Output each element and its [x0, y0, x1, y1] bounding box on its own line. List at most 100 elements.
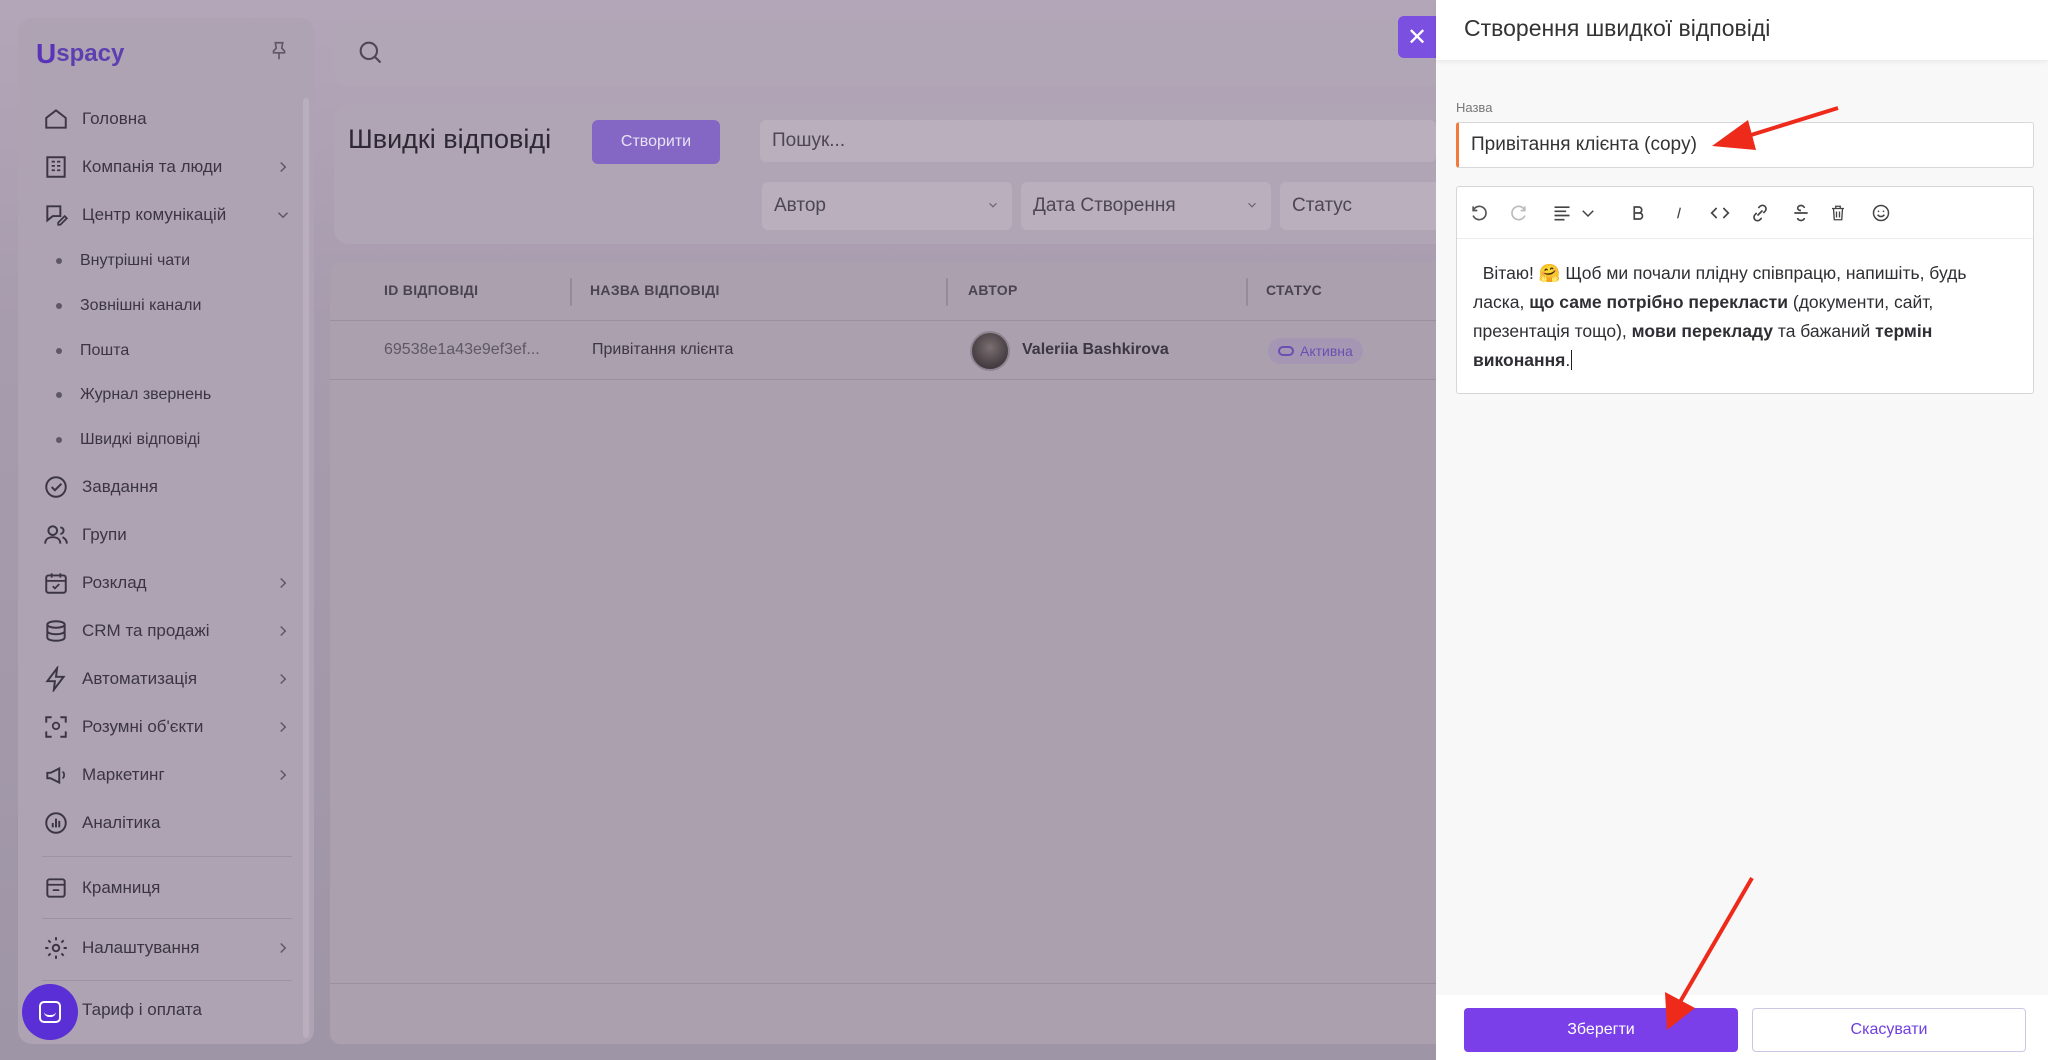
- logo-text: spacy: [56, 40, 125, 67]
- trash-icon[interactable]: [1829, 203, 1847, 223]
- drawer-header: Створення швидкої відповіді: [1436, 0, 2048, 60]
- chevron-right-icon: [280, 577, 287, 589]
- chevron-right-icon: [280, 721, 287, 733]
- chevron-down-icon: [277, 212, 289, 219]
- sidebar-item-groups[interactable]: Групи: [42, 515, 292, 555]
- column-header-id[interactable]: ID ВІДПОВІДІ: [384, 282, 478, 298]
- name-input[interactable]: Привітання клієнта (copy): [1456, 122, 2034, 168]
- users-icon: [42, 521, 70, 549]
- sidebar-item-label: Маркетинг: [82, 765, 165, 784]
- sidebar-item-label: Тариф і оплата: [82, 1000, 202, 1019]
- chat-edit-icon: [42, 201, 70, 229]
- column-header-status[interactable]: СТАТУС: [1266, 282, 1322, 298]
- lightning-icon: [42, 665, 70, 693]
- sidebar-item-home[interactable]: Головна: [42, 99, 292, 139]
- search-icon[interactable]: [356, 38, 384, 66]
- calendar-icon: [42, 569, 70, 597]
- column-header-name[interactable]: НАЗВА ВІДПОВІДІ: [590, 282, 720, 298]
- check-circle-icon: [42, 473, 70, 501]
- bullet: [56, 348, 62, 354]
- status-filter[interactable]: Статус: [1280, 182, 1436, 230]
- sidebar-item-company[interactable]: Компанія та люди: [42, 147, 292, 187]
- status-filter-label: Статус: [1292, 195, 1353, 216]
- sidebar-item-label: Головна: [82, 109, 147, 128]
- date-filter[interactable]: Дата Створення: [1021, 182, 1271, 230]
- sidebar-item-communications[interactable]: Центр комунікацій: [42, 195, 292, 235]
- gear-icon: [42, 934, 70, 962]
- link-icon[interactable]: [1749, 203, 1771, 223]
- rich-text-editor[interactable]: Вітаю! 🤗 Щоб ми почали плідну співпрацю,…: [1456, 186, 2034, 394]
- text-cursor: ​: [1571, 350, 1573, 370]
- sidebar-item-marketing[interactable]: Маркетинг: [42, 755, 292, 795]
- bullet: [56, 303, 62, 309]
- save-button[interactable]: Зберегти: [1464, 1008, 1738, 1052]
- sidebar-subitem-requests-log[interactable]: Журнал звернень: [56, 380, 211, 410]
- sidebar-item-label: Аналітика: [82, 813, 161, 832]
- date-filter-label: Дата Створення: [1033, 195, 1176, 216]
- hug-emoji: 🤗: [1538, 263, 1561, 283]
- close-drawer-button[interactable]: ✕: [1398, 16, 1436, 58]
- search-input[interactable]: Пошук...: [760, 120, 1436, 162]
- table-row-divider: [330, 379, 1436, 380]
- cancel-button[interactable]: Скасувати: [1752, 1008, 2026, 1052]
- emoji-icon[interactable]: [1871, 203, 1891, 223]
- undo-icon[interactable]: [1469, 203, 1489, 223]
- sidebar-divider: [42, 856, 292, 857]
- editor-text-segment: та бажаний: [1773, 321, 1876, 341]
- sidebar-subitem-label: Швидкі відповіді: [80, 431, 201, 448]
- sidebar-divider: [42, 980, 292, 981]
- create-button[interactable]: Створити: [592, 120, 720, 164]
- sidebar-item-smart-objects[interactable]: Розумні об'єкти: [42, 707, 292, 747]
- avatar: [970, 331, 1010, 371]
- pin-icon[interactable]: [268, 40, 290, 62]
- sidebar-item-settings[interactable]: Налаштування: [42, 928, 292, 968]
- sidebar-item-label: Центр комунікацій: [82, 205, 227, 224]
- sidebar-subitem-label: Пошта: [80, 342, 130, 359]
- cell-author[interactable]: Valeriia Bashkirova: [1022, 341, 1169, 359]
- code-icon[interactable]: [1709, 203, 1731, 223]
- logo: Uspacy: [36, 38, 124, 70]
- italic-icon[interactable]: [1671, 203, 1687, 223]
- bold-icon[interactable]: [1629, 203, 1647, 223]
- strikethrough-icon[interactable]: [1791, 203, 1811, 223]
- support-chat-button[interactable]: [22, 984, 78, 1040]
- redo-icon[interactable]: [1509, 203, 1529, 223]
- sidebar-scrollbar[interactable]: [303, 98, 309, 1038]
- column-header-author[interactable]: АВТОР: [968, 282, 1018, 298]
- editor-bold-segment: мови перекладу: [1631, 321, 1774, 341]
- chevron-right-icon: [280, 942, 287, 954]
- editor-bold-segment: що саме потрібно перекласти: [1529, 292, 1788, 312]
- app-background: Uspacy Головна Компанія та люди Центр ко…: [0, 0, 1436, 1060]
- align-icon[interactable]: [1551, 203, 1573, 223]
- sidebar-item-crm[interactable]: CRM та продажі: [42, 611, 292, 651]
- table-footer-divider: [330, 983, 1436, 984]
- sidebar-item-analytics[interactable]: Аналітика: [42, 803, 292, 843]
- sidebar-subitem-internal-chats[interactable]: Внутрішні чати: [56, 246, 190, 276]
- sidebar-item-label: Розумні об'єкти: [82, 717, 204, 736]
- chevron-right-icon: [280, 769, 287, 781]
- sidebar-item-automation[interactable]: Автоматизація: [42, 659, 292, 699]
- sidebar-item-tasks[interactable]: Завдання: [42, 467, 292, 507]
- table-divider: [330, 320, 1436, 321]
- sidebar-item-label: Групи: [82, 525, 127, 544]
- cell-id[interactable]: 69538e1a43e9ef3ef...: [384, 341, 540, 359]
- sidebar-subitem-external-channels[interactable]: Зовнішні канали: [56, 291, 201, 321]
- sidebar-divider: [42, 918, 292, 919]
- sidebar-item-label: Крамниця: [82, 878, 161, 897]
- sidebar-item-label: Компанія та люди: [82, 157, 223, 176]
- sidebar-subitem-quick-replies[interactable]: Швидкі відповіді: [56, 425, 200, 455]
- sidebar-item-label: Розклад: [82, 573, 147, 592]
- chevron-down-icon: [1248, 202, 1256, 208]
- name-label: Назва: [1456, 100, 1493, 115]
- cell-name[interactable]: Привітання клієнта: [592, 341, 733, 359]
- store-icon: [42, 874, 70, 902]
- sidebar-subitem-mail[interactable]: Пошта: [56, 336, 129, 366]
- author-filter[interactable]: Автор: [762, 182, 1012, 230]
- sidebar-item-store[interactable]: Крамниця: [42, 868, 292, 908]
- page-title: Швидкі відповіді: [348, 124, 552, 154]
- sidebar-item-schedule[interactable]: Розклад: [42, 563, 292, 603]
- chevron-down-icon[interactable]: [1579, 203, 1597, 223]
- editor-content[interactable]: Вітаю! 🤗 Щоб ми почали плідну співпрацю,…: [1473, 259, 2013, 375]
- sidebar-item-billing[interactable]: Тариф і оплата: [42, 990, 292, 1030]
- editor-text-segment: Вітаю!: [1482, 263, 1539, 283]
